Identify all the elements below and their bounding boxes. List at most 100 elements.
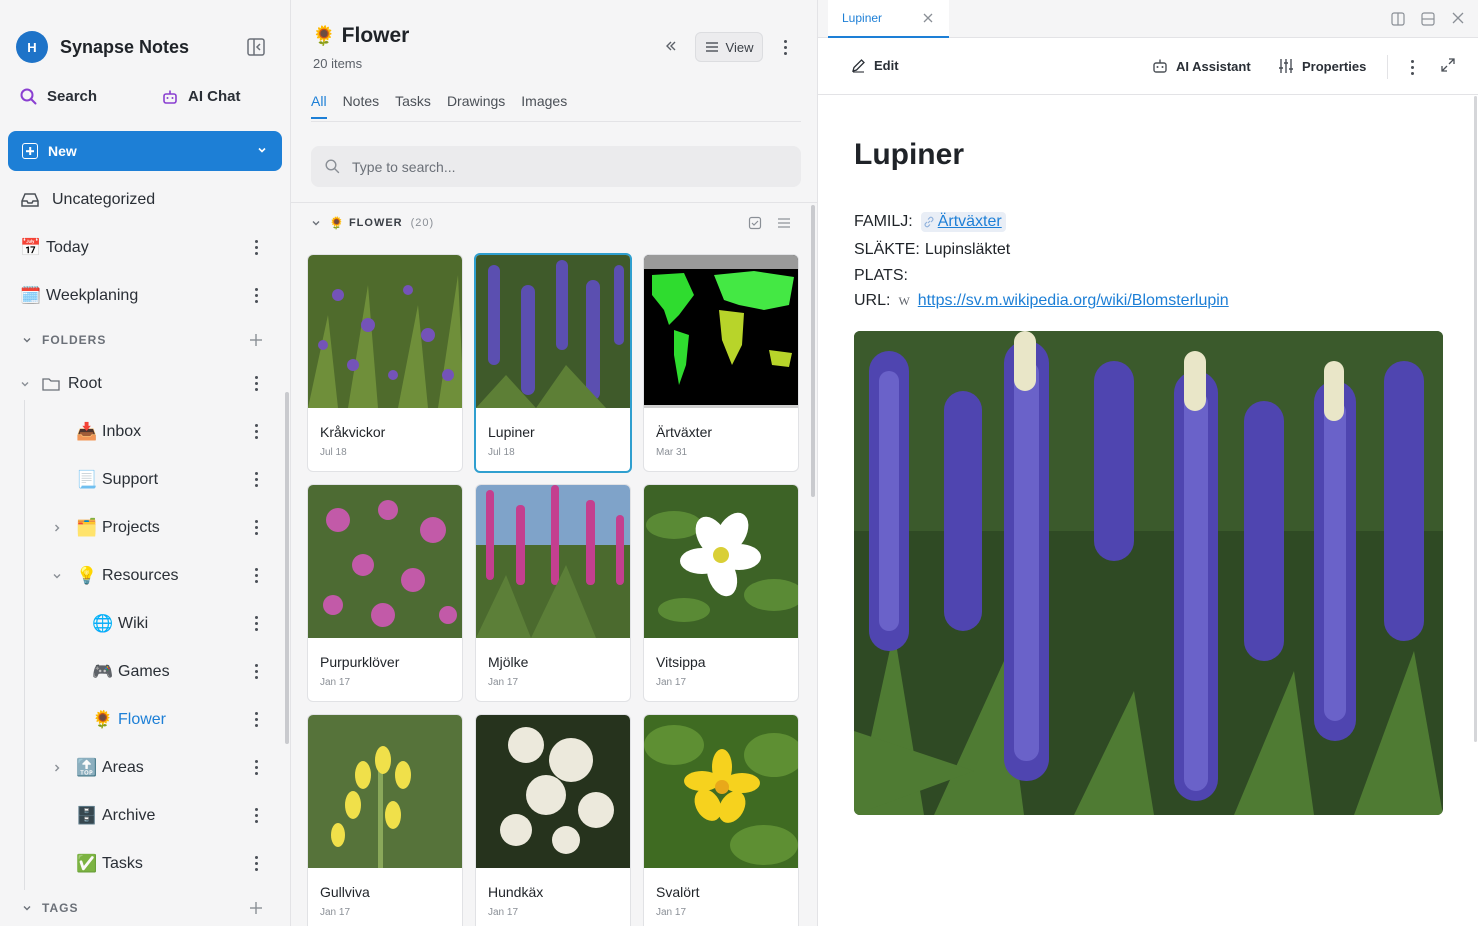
note-card[interactable]: Purpurklöver Jan 17 — [307, 484, 463, 702]
nav-label: Wiki — [118, 615, 149, 632]
more-options-icon[interactable] — [254, 808, 258, 824]
split-vertical-icon[interactable] — [1391, 12, 1405, 26]
properties-button[interactable]: Properties — [1278, 58, 1366, 74]
tab-images[interactable]: Images — [521, 93, 567, 119]
sidebar-scrollbar[interactable] — [285, 392, 289, 744]
link-text[interactable]: Ärtväxter — [938, 213, 1002, 231]
chevron-down-icon — [23, 338, 31, 343]
card-thumbnail — [308, 715, 462, 868]
more-options-icon[interactable] — [254, 712, 258, 728]
pencil-icon — [852, 59, 865, 73]
url-link[interactable]: https://sv.m.wikipedia.org/wiki/Blomster… — [918, 292, 1229, 310]
more-options-icon[interactable] — [254, 240, 258, 256]
tab-drawings[interactable]: Drawings — [447, 93, 505, 119]
new-button[interactable]: New — [8, 131, 282, 171]
more-options-icon[interactable] — [254, 472, 258, 488]
nav-label: Games — [118, 663, 170, 680]
tree-item-flower[interactable]: 🌻 Flower — [92, 700, 284, 740]
tree-item-resources[interactable]: 💡 Resources — [52, 556, 284, 596]
close-icon[interactable] — [923, 13, 933, 23]
top-arrow-icon: 🔝 — [76, 758, 98, 777]
note-card[interactable]: Vitsippa Jan 17 — [643, 484, 799, 702]
more-options-icon[interactable] — [254, 616, 258, 632]
tab-tasks[interactable]: Tasks — [395, 93, 431, 119]
note-card[interactable]: Gullviva Jan 17 — [307, 714, 463, 926]
note-detail-pane: Lupiner Edit AI Assistant Properties Lup… — [818, 0, 1479, 926]
tree-guide-line — [24, 400, 25, 890]
note-card[interactable]: Mjölke Jan 17 — [475, 484, 631, 702]
list-scrollbar[interactable] — [811, 205, 815, 497]
tree-item-inbox[interactable]: 📥 Inbox — [76, 412, 284, 452]
ai-chat-button[interactable]: AI Chat — [162, 88, 241, 105]
note-link[interactable]: Ärtväxter — [920, 212, 1006, 232]
more-options-icon[interactable] — [254, 520, 258, 536]
nav-label: Inbox — [102, 423, 142, 440]
folders-header[interactable]: FOLDERS — [22, 333, 106, 347]
search-placeholder: Type to search... — [352, 158, 456, 175]
vetch-image — [308, 255, 462, 408]
property-label: URL: — [854, 292, 891, 309]
clover-image — [308, 485, 462, 638]
add-tag-icon[interactable] — [249, 901, 263, 915]
tabs-divider — [311, 121, 801, 122]
split-horizontal-icon[interactable] — [1421, 12, 1435, 26]
note-card-selected[interactable]: Lupiner Jul 18 — [474, 253, 632, 473]
note-card[interactable]: Svalört Jan 17 — [643, 714, 799, 926]
search-input[interactable]: Type to search... — [311, 146, 801, 187]
note-card[interactable]: Ärtväxter Mar 31 — [643, 254, 799, 472]
collapse-sidebar-icon[interactable] — [246, 37, 266, 57]
add-folder-icon[interactable] — [249, 333, 263, 347]
tree-item-tasks[interactable]: ✅ Tasks — [76, 844, 284, 884]
celandine-image — [644, 715, 798, 868]
tab-all[interactable]: All — [311, 93, 327, 119]
more-options-icon[interactable] — [254, 288, 258, 304]
workspace-switcher[interactable]: H Synapse Notes — [16, 31, 189, 63]
tab-notes[interactable]: Notes — [343, 93, 380, 119]
chevron-right-icon — [55, 764, 60, 772]
anemone-image — [644, 485, 798, 638]
nav-label: Resources — [102, 567, 179, 584]
detail-scrollbar[interactable] — [1474, 96, 1477, 742]
tab-lupiner[interactable]: Lupiner — [828, 0, 949, 38]
more-options-icon[interactable] — [254, 568, 258, 584]
new-label: New — [48, 143, 77, 159]
search-button[interactable]: Search — [20, 88, 97, 105]
expand-icon[interactable] — [1441, 58, 1455, 72]
more-options-icon[interactable] — [1411, 60, 1414, 78]
more-options-icon[interactable] — [254, 376, 258, 392]
select-all-icon[interactable] — [748, 216, 762, 230]
chevron-down-icon[interactable] — [256, 144, 268, 156]
nav-weekplaning[interactable]: 🗓️ Weekplaning — [20, 276, 284, 316]
page-title: 🌻 Flower — [312, 24, 409, 48]
list-icon[interactable] — [777, 217, 791, 229]
nav-today[interactable]: 📅 Today — [20, 228, 284, 268]
close-pane-icon[interactable] — [1452, 12, 1464, 24]
more-options-icon[interactable] — [784, 40, 787, 58]
tree-item-wiki[interactable]: 🌐 Wiki — [92, 604, 284, 644]
tree-item-areas[interactable]: 🔝 Areas — [52, 748, 284, 788]
card-title: Mjölke — [488, 654, 529, 670]
lupine-photo — [854, 331, 1443, 815]
ai-assistant-button[interactable]: AI Assistant — [1152, 58, 1251, 74]
nav-uncategorized[interactable]: Uncategorized — [20, 180, 284, 220]
tree-item-support[interactable]: 📃 Support — [76, 460, 284, 500]
view-label: View — [725, 39, 754, 55]
group-header[interactable]: 🌻 FLOWER (20) — [311, 216, 434, 230]
more-options-icon[interactable] — [254, 760, 258, 776]
tree-item-projects[interactable]: 🗂️ Projects — [52, 508, 284, 548]
more-options-icon[interactable] — [254, 424, 258, 440]
note-card[interactable]: Kråkvickor Jul 18 — [307, 254, 463, 472]
more-options-icon[interactable] — [254, 856, 258, 872]
note-card[interactable]: Hundkäx Jan 17 — [475, 714, 631, 926]
check-mark-icon: ✅ — [76, 854, 98, 873]
avatar: H — [16, 31, 48, 63]
view-button[interactable]: View — [695, 32, 763, 62]
tree-root[interactable]: Root — [20, 364, 284, 404]
tags-header[interactable]: TAGS — [22, 901, 78, 915]
edit-button[interactable]: Edit — [851, 58, 899, 73]
tree-item-games[interactable]: 🎮 Games — [92, 652, 284, 692]
double-chevron-left-icon[interactable] — [664, 39, 678, 53]
tree-item-archive[interactable]: 🗄️ Archive — [76, 796, 284, 836]
tab-bar: Lupiner — [818, 0, 1478, 38]
more-options-icon[interactable] — [254, 664, 258, 680]
